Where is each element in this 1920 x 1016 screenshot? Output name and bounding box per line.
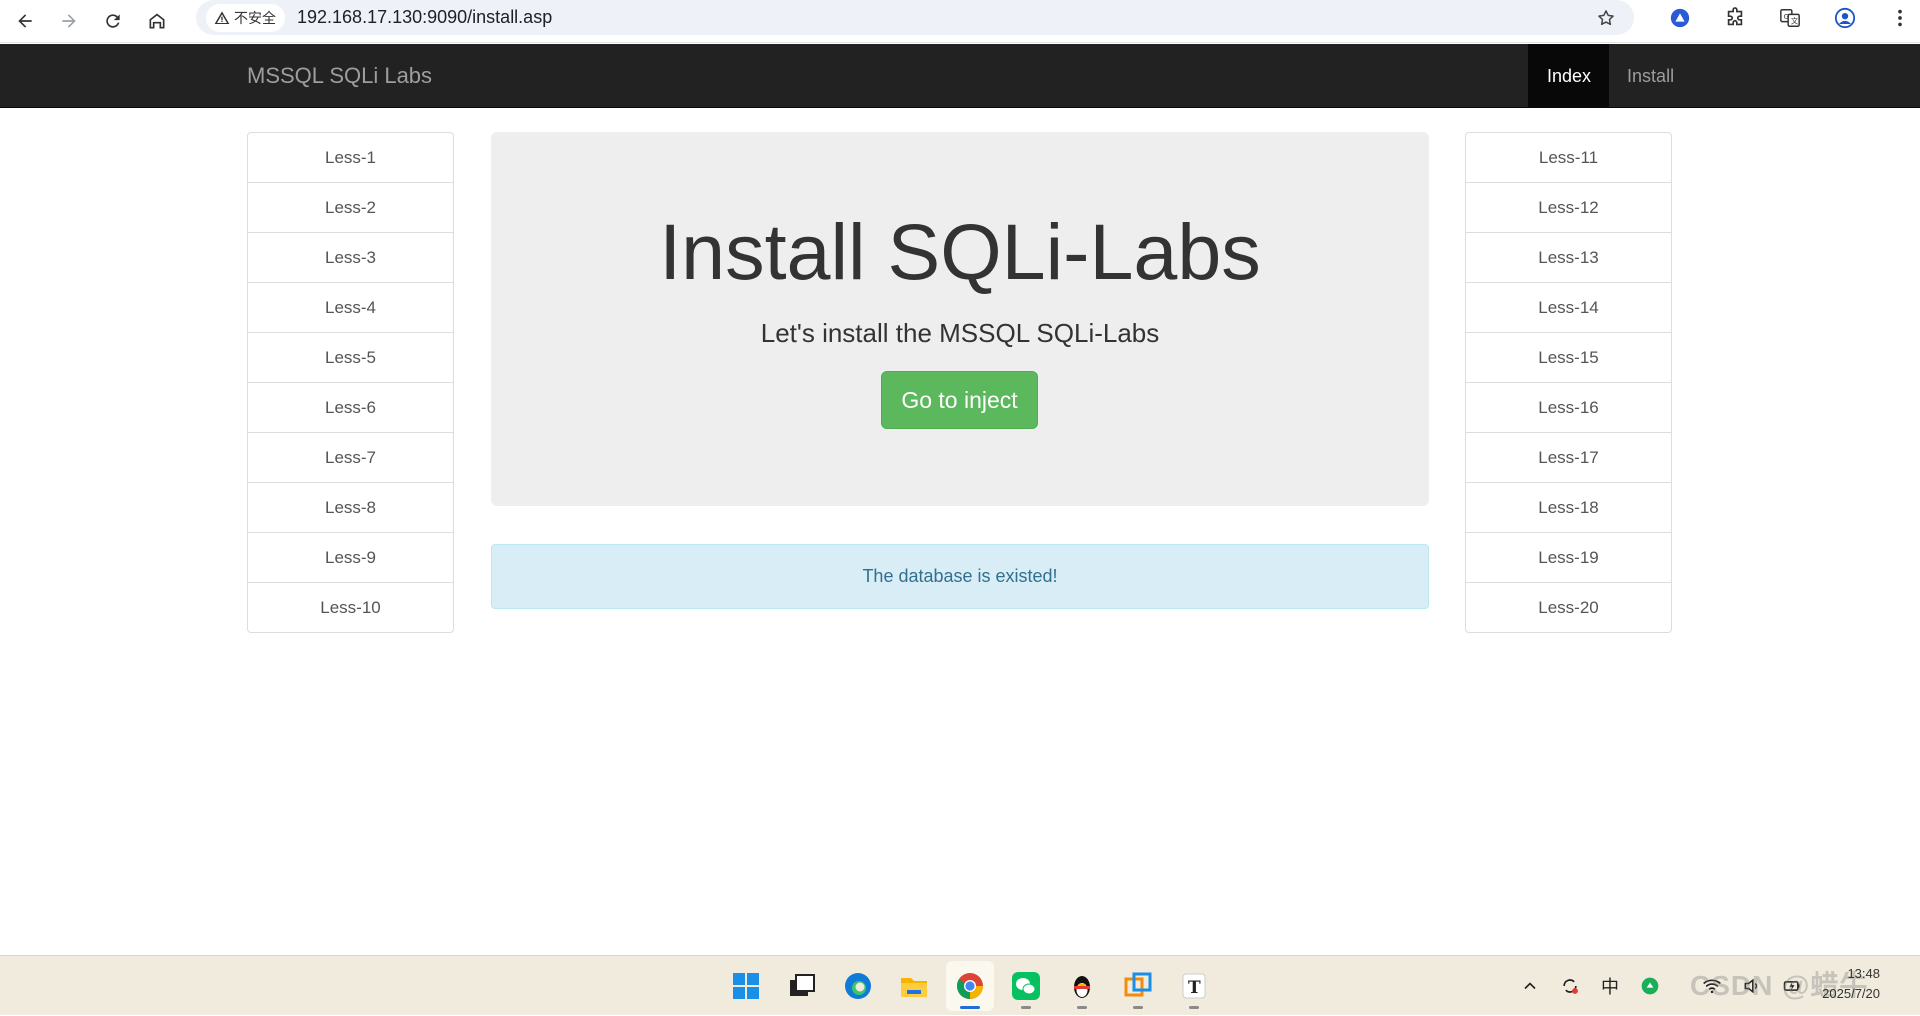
extension-button[interactable] (1666, 4, 1694, 32)
taskbar-edge[interactable] (834, 961, 882, 1011)
nav-link-install[interactable]: Install (1609, 44, 1692, 108)
url-text[interactable]: 192.168.17.130:9090/install.asp (297, 7, 552, 28)
arrow-left-icon (18, 14, 32, 28)
lesson-link[interactable]: Less-6 (247, 382, 454, 433)
translate-button[interactable]: G文 (1776, 4, 1804, 32)
install-jumbotron: Install SQLi-Labs Let's install the MSSQ… (491, 132, 1429, 506)
tray-app-button[interactable] (1638, 974, 1662, 998)
taskbar-typora[interactable]: T (1170, 961, 1218, 1011)
lesson-link[interactable]: Less-7 (247, 432, 454, 483)
home-button[interactable] (142, 6, 172, 36)
kebab-menu-icon (1898, 9, 1902, 26)
qq-penguin-icon (1074, 976, 1090, 998)
folder-icon (901, 978, 927, 997)
database-status-alert: The database is existed! (491, 544, 1429, 609)
taskbar-chrome[interactable] (946, 961, 994, 1011)
taskbar-wechat[interactable] (1002, 961, 1050, 1011)
taskbar-apps: T (718, 956, 1222, 1016)
wechat-icon (1012, 972, 1040, 1000)
clock-date: 2025/7/20 (1822, 986, 1880, 1001)
taskbar-task-view[interactable] (778, 961, 826, 1011)
go-to-inject-button[interactable]: Go to inject (881, 371, 1038, 429)
extensions-menu-button[interactable] (1721, 4, 1749, 32)
os-taskbar: T 中 CSDN @蜡牛 13:48 2025/7/20 (0, 955, 1920, 1015)
puzzle-icon (1727, 6, 1743, 25)
bookmark-button[interactable] (1592, 4, 1620, 32)
navbar-links: Index Install (1528, 44, 1692, 108)
chevron-up-icon (1524, 982, 1536, 990)
lesson-link[interactable]: Less-15 (1465, 332, 1672, 383)
running-app-indicator (1189, 1006, 1199, 1009)
lesson-link[interactable]: Less-18 (1465, 482, 1672, 533)
taskbar-qq[interactable] (1058, 961, 1106, 1011)
navbar-brand[interactable]: MSSQL SQLi Labs (247, 44, 432, 108)
avatar-icon (1834, 7, 1856, 28)
security-indicator[interactable]: 不安全 (206, 3, 285, 32)
reload-button[interactable] (98, 6, 128, 36)
lesson-link[interactable]: Less-9 (247, 532, 454, 583)
sync-icon (1563, 979, 1578, 994)
task-view-icon (790, 974, 815, 996)
home-icon (149, 13, 165, 29)
windows-logo-icon (733, 973, 759, 999)
lesson-link[interactable]: Less-5 (247, 332, 454, 383)
lesson-link[interactable]: Less-1 (247, 132, 454, 183)
taskbar-file-explorer[interactable] (890, 961, 938, 1011)
browser-menu-button[interactable] (1886, 4, 1914, 32)
system-clock[interactable]: 13:48 2025/7/20 (1790, 964, 1880, 1004)
svg-text:文: 文 (1791, 16, 1799, 25)
nav-link-index[interactable]: Index (1528, 44, 1610, 108)
active-app-indicator (960, 1006, 980, 1009)
tray-sync-button[interactable] (1558, 974, 1582, 998)
lesson-link[interactable]: Less-12 (1465, 182, 1672, 233)
tray-overflow-button[interactable] (1518, 974, 1542, 998)
warning-icon (214, 10, 230, 24)
ime-indicator[interactable]: 中 (1598, 974, 1622, 998)
running-app-indicator (1077, 1006, 1087, 1009)
taskbar-vm-app[interactable] (1114, 961, 1162, 1011)
svg-text:T: T (1188, 978, 1201, 998)
lesson-link[interactable]: Less-13 (1465, 232, 1672, 283)
lesson-link[interactable]: Less-16 (1465, 382, 1672, 433)
profile-button[interactable] (1831, 4, 1859, 32)
green-app-icon (1641, 977, 1659, 995)
clock-time: 13:48 (1847, 966, 1880, 981)
browser-toolbar: 不安全 192.168.17.130:9090/install.asp G文 (0, 0, 1920, 43)
lesson-link[interactable]: Less-20 (1465, 582, 1672, 633)
virtual-machine-icon (1124, 972, 1152, 997)
page-title: Install SQLi-Labs (659, 207, 1261, 296)
site-navbar: MSSQL SQLi Labs Index Install (0, 44, 1920, 108)
lesson-link[interactable]: Less-14 (1465, 282, 1672, 333)
lesson-link[interactable]: Less-10 (247, 582, 454, 633)
lesson-list-left: Less-1 Less-2 Less-3 Less-4 Less-5 Less-… (247, 132, 454, 633)
svg-text:G: G (1784, 11, 1790, 20)
typora-icon: T (1182, 973, 1206, 999)
page-subtitle: Let's install the MSSQL SQLi-Labs (760, 318, 1160, 348)
vpn-extension-icon (1670, 8, 1690, 27)
back-button[interactable] (10, 6, 40, 36)
lesson-link[interactable]: Less-11 (1465, 132, 1672, 183)
lesson-link[interactable]: Less-8 (247, 482, 454, 533)
lesson-link[interactable]: Less-4 (247, 282, 454, 333)
star-icon (1598, 10, 1614, 26)
lesson-link[interactable]: Less-3 (247, 232, 454, 283)
browser-extension-area: G文 (1653, 0, 1920, 35)
forward-button[interactable] (54, 6, 84, 36)
lesson-link[interactable]: Less-2 (247, 182, 454, 233)
running-app-indicator (1021, 1006, 1031, 1009)
start-button[interactable] (722, 961, 770, 1011)
translate-icon: G文 (1780, 8, 1800, 27)
address-bar[interactable]: 不安全 192.168.17.130:9090/install.asp (196, 0, 1634, 35)
security-label: 不安全 (234, 9, 276, 26)
lesson-list-right: Less-11 Less-12 Less-13 Less-14 Less-15 … (1465, 132, 1672, 633)
edge-browser-icon (845, 973, 871, 999)
arrow-right-icon (62, 14, 76, 28)
chrome-browser-icon (956, 973, 983, 1000)
lesson-link[interactable]: Less-19 (1465, 532, 1672, 583)
running-app-indicator (1133, 1006, 1143, 1009)
reload-icon (106, 14, 120, 28)
lesson-link[interactable]: Less-17 (1465, 432, 1672, 483)
